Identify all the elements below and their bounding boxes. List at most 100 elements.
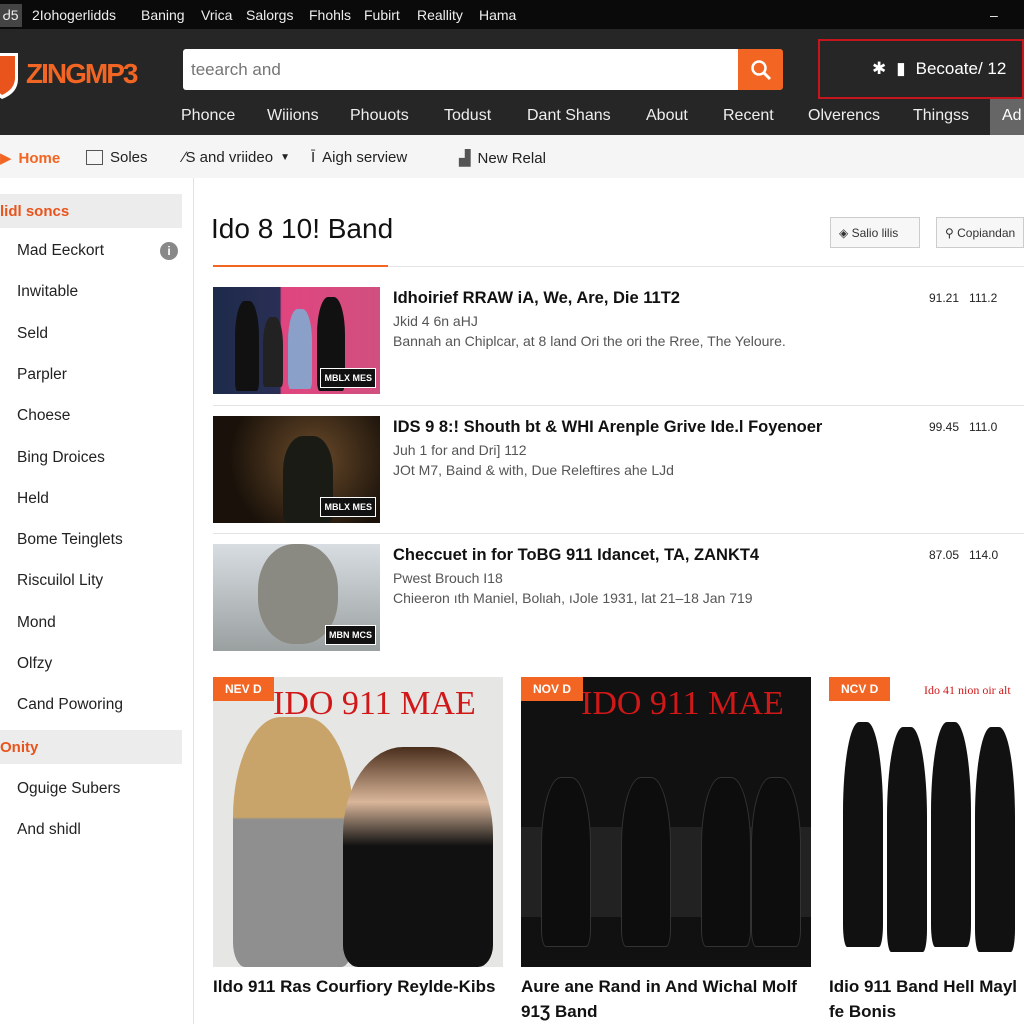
subnav-home[interactable]: ▶ Home: [0, 149, 60, 168]
site-header: ZINGMP3 ✱ ▮ Becoate/ 12 Phonce Wiiions P…: [0, 29, 1024, 135]
thumbnail-badge: MBLX MES: [320, 496, 376, 517]
nav-item[interactable]: Olverencs: [808, 107, 880, 125]
album-cover[interactable]: IDO 911 MAE NOV D: [521, 677, 811, 967]
user-account-box[interactable]: ✱ ▮ Becoate/ 12: [818, 39, 1024, 99]
sidebar-item[interactable]: Inwitable: [17, 283, 78, 301]
subnav-label: New Relal: [477, 149, 546, 167]
sidebar-item[interactable]: Mond: [17, 614, 56, 632]
chevron-down-icon: ▼: [280, 152, 290, 163]
info-icon[interactable]: i: [160, 242, 178, 260]
song-subtitle: Pwest Brouch I18: [393, 570, 503, 586]
search-input[interactable]: [183, 49, 738, 90]
song-description: Chieeron ıth Maniel, Bolιah, ıJole 1931,…: [393, 590, 753, 606]
album-art-text: IDO 911 MAE: [273, 685, 476, 722]
nav-item[interactable]: Thingss: [913, 107, 969, 125]
album-art-text: Ido 41 nion oir alt: [924, 683, 1011, 697]
new-badge: NEV D: [213, 677, 274, 701]
divider: [213, 533, 1024, 534]
sidebar-item[interactable]: Riscuilol Lity: [17, 572, 103, 590]
nav-item[interactable]: Todust: [444, 107, 491, 125]
search-button[interactable]: [738, 49, 783, 90]
menu-item[interactable]: Hama: [479, 7, 516, 23]
sidebar-item[interactable]: Choese: [17, 407, 70, 425]
sidebar-section-header: Onity: [0, 730, 182, 764]
nav-item[interactable]: Dant Shans: [527, 107, 611, 125]
song-description: JOt M7, Baind & with, Due Releftires ahe…: [393, 461, 674, 478]
title-underline: [213, 265, 388, 267]
song-stats: 87.05 114.0: [929, 548, 999, 562]
nav-item[interactable]: Phouots: [350, 107, 409, 125]
sidebar-item[interactable]: Mad Eeckort: [17, 242, 104, 260]
album-title[interactable]: Ildo 911 Ras Courfiory Reylde-Kibs: [213, 974, 503, 999]
browser-menu-bar: Ꮷ5 2Іohogerlidds Baning Vrica Salorgs Fh…: [0, 0, 1024, 29]
options-button[interactable]: ⚲ Copiandan: [936, 217, 1024, 248]
tool-icon: Ī: [311, 149, 316, 166]
song-thumbnail[interactable]: MBLX MES: [213, 287, 380, 394]
nav-item[interactable]: About: [646, 107, 688, 125]
subnav-video-dropdown[interactable]: ∕S and vriideo ▼: [183, 149, 290, 166]
thumbnail-badge: MBN MCS: [325, 625, 376, 645]
sidebar: lidl soncs Mad Eeckort Inwitable Seld Parpl…: [0, 178, 194, 1024]
menu-item[interactable]: Vrica: [201, 7, 232, 23]
menu-item[interactable]: Fhohls: [309, 7, 351, 23]
menu-item[interactable]: Fubirt: [364, 7, 400, 23]
user-label: Becoate/ 12: [915, 59, 1007, 78]
song-row[interactable]: MBLX MES IDS 9 8:! Shouth bt & WHI Arenp…: [213, 415, 1024, 524]
song-thumbnail[interactable]: MBLX MES: [213, 415, 380, 523]
calendar-icon: [86, 150, 103, 165]
logo-text: ZINGMP3: [26, 58, 138, 89]
nav-item-active[interactable]: Ad: [990, 99, 1024, 135]
arrow-icon: ▶: [0, 150, 12, 167]
sidebar-section-header: lidl soncs: [0, 194, 182, 228]
menu-item[interactable]: 2Іohogerlidds: [32, 7, 116, 23]
device-icon[interactable]: ▮: [896, 59, 905, 79]
sidebar-item[interactable]: Parpler: [17, 366, 67, 384]
subnav-service[interactable]: Ī Aigh serview: [311, 149, 407, 166]
menu-item[interactable]: Salorgs: [246, 7, 293, 23]
subnav-label: ∕S and vriideo: [183, 149, 274, 166]
album-cover[interactable]: Ido 41 nion oir alt NCV D: [829, 677, 1024, 967]
minimize-button[interactable]: –: [990, 7, 998, 23]
song-title[interactable]: IDS 9 8:! Shouth bt & WHI Arenple Grive …: [393, 418, 822, 437]
new-badge: NOV D: [521, 677, 584, 701]
subnav-soles[interactable]: Soles: [86, 149, 148, 166]
menu-item[interactable]: Reallity: [417, 7, 463, 23]
sidebar-item[interactable]: Held: [17, 490, 49, 508]
nav-item[interactable]: Wiiions: [267, 107, 319, 125]
song-stats: 99.45 111.0: [929, 419, 998, 434]
app-icon[interactable]: Ꮷ5: [0, 4, 22, 27]
sub-navigation: ▶ Home Soles ∕S and vriideo ▼ Ī Aigh servie…: [0, 135, 1024, 178]
subnav-new-release[interactable]: ▟ New Relal: [459, 149, 546, 168]
button-label: Salio lilis: [851, 226, 899, 240]
divider: [213, 405, 1024, 406]
logo[interactable]: ZINGMP3: [0, 49, 138, 99]
song-title[interactable]: Idhoirief RRAW iA, We, Are, Die 11T2: [393, 289, 680, 308]
song-subtitle: Juh 1 for and Dri] 112: [393, 441, 527, 458]
pin-icon: ⚲: [945, 226, 958, 240]
album-cover[interactable]: IDO 911 MAE NEV D: [213, 677, 503, 967]
album-art-text: IDO 911 MAE: [581, 685, 784, 722]
thumbnail-badge: MBLX MES: [320, 368, 376, 388]
sidebar-item[interactable]: And shidl: [17, 821, 81, 839]
menu-item[interactable]: Baning: [141, 7, 185, 23]
song-row[interactable]: MBLX MES Idhoirief RRAW iA, We, Are, Die…: [213, 287, 1024, 395]
album-title[interactable]: Aure ane Rand in And Wichal Molf 91Ʒ Ban…: [521, 974, 811, 1024]
nav-item[interactable]: Recent: [723, 107, 774, 125]
page-title: Ido 8 10! Band: [211, 213, 394, 244]
sort-button[interactable]: ◈ Salio lilis: [830, 217, 920, 248]
sidebar-item[interactable]: Oguige Subers: [17, 780, 120, 798]
song-description: Bannah an Chiplcar, at 8 land Ori the or…: [393, 333, 786, 349]
album-title[interactable]: Idio 911 Band Hell Mayl fe Bonis: [829, 974, 1024, 1024]
nav-item[interactable]: Phonce: [181, 107, 235, 125]
divider: [388, 266, 1024, 267]
sidebar-item[interactable]: Bome Teinglets: [17, 531, 123, 549]
song-subtitle: Jkid 4 6n aHJ: [393, 313, 478, 329]
sidebar-item[interactable]: Bing Droices: [17, 449, 105, 467]
settings-icon[interactable]: ✱: [872, 59, 886, 79]
sidebar-item[interactable]: Cand Poworing: [17, 696, 123, 714]
song-row[interactable]: MBN MCS Checcuet in for ToBG 911 Idancet…: [213, 544, 1024, 652]
sidebar-item[interactable]: Seld: [17, 325, 48, 343]
song-thumbnail[interactable]: MBN MCS: [213, 544, 380, 651]
sidebar-item[interactable]: Olfzy: [17, 655, 52, 673]
song-title[interactable]: Checcuet in for ToBG 911 Idancet, TA, ZA…: [393, 546, 759, 565]
